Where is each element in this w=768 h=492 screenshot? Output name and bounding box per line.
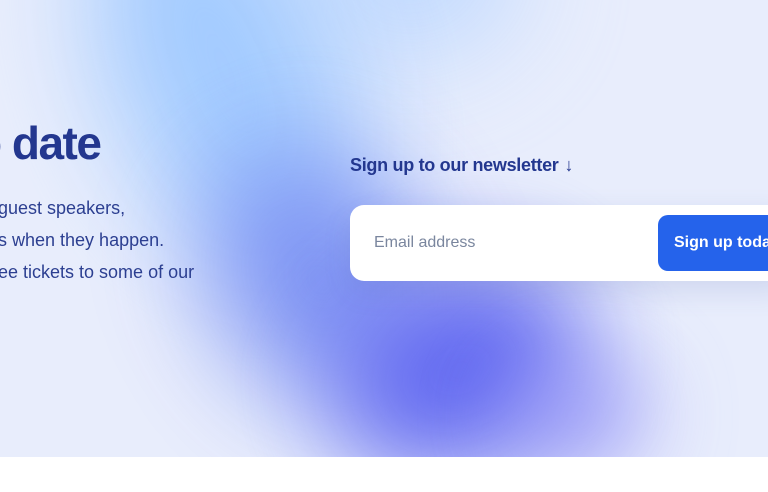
newsletter-form: Sign up toda (350, 205, 768, 281)
arrow-down-icon: ↓ (564, 155, 574, 175)
description-line: s when they happen. (0, 230, 165, 250)
description-line: guest speakers, (0, 198, 126, 218)
description-line: ee tickets to some of our (0, 262, 195, 282)
gradient-blob (300, 0, 520, 60)
hero-description: guest speakers, s when they happen. ee t… (0, 192, 194, 288)
gradient-blob (500, 360, 650, 457)
page-bottom (0, 457, 768, 492)
email-input[interactable] (374, 228, 644, 258)
newsletter-heading: Sign up to our newsletter ↓ (350, 155, 574, 176)
newsletter-heading-text: Sign up to our newsletter (350, 155, 559, 175)
hero-section: o date guest speakers, s when they happe… (0, 0, 768, 457)
hero-headline: o date (0, 117, 102, 169)
signup-button[interactable]: Sign up toda (658, 215, 768, 271)
